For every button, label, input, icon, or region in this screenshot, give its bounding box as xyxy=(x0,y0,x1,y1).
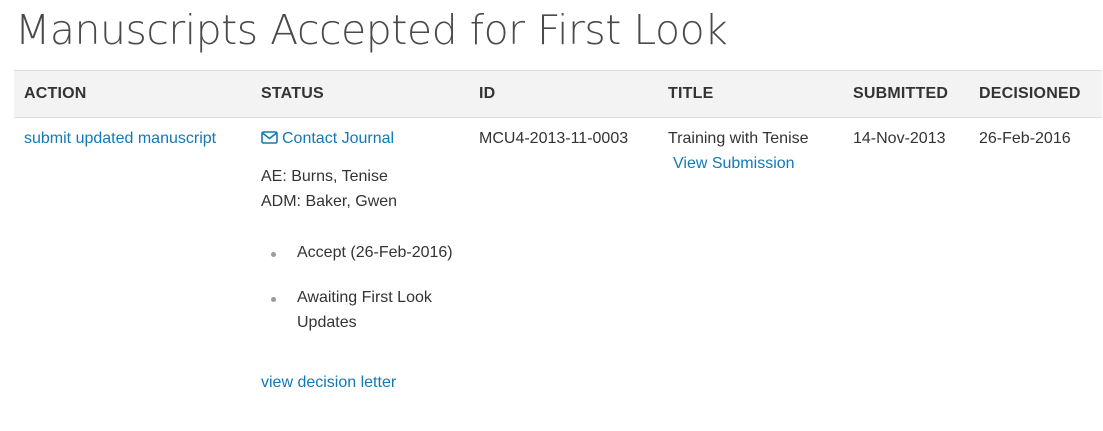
table-header: ACTION STATUS ID TITLE SUBMITTED DECISIO… xyxy=(14,70,1102,118)
header-action: ACTION xyxy=(24,85,87,102)
header-status: STATUS xyxy=(261,85,324,102)
manuscripts-table: ACTION STATUS ID TITLE SUBMITTED DECISIO… xyxy=(14,70,1102,431)
contact-journal-link[interactable]: Contact Journal xyxy=(261,130,394,147)
action-cell: submit updated manuscript xyxy=(24,126,216,151)
admin: ADM: Baker, Gwen xyxy=(261,193,398,210)
history-item-label: Awaiting First Look Updates xyxy=(297,289,432,331)
envelope-icon xyxy=(261,127,278,152)
bullet-icon xyxy=(271,252,276,257)
submit-updated-manuscript-link[interactable]: submit updated manuscript xyxy=(24,130,216,147)
header-title: TITLE xyxy=(668,85,714,102)
page-title: Manuscripts Accepted for First Look xyxy=(15,6,728,54)
bullet-icon xyxy=(271,297,276,302)
submitted-date: 14-Nov-2013 xyxy=(853,130,946,147)
view-submission-link[interactable]: View Submission xyxy=(673,155,795,172)
decisioned-date: 26-Feb-2016 xyxy=(979,130,1071,147)
manuscript-title: Training with Tenise xyxy=(668,130,809,147)
manuscript-id: MCU4-2013-11-0003 xyxy=(479,130,629,147)
status-history-list: Accept (26-Feb-2016) Awaiting First Look… xyxy=(261,240,457,335)
history-item: Accept (26-Feb-2016) xyxy=(261,240,457,265)
contact-journal-label: Contact Journal xyxy=(282,130,395,147)
history-item-label: Accept (26-Feb-2016) xyxy=(297,244,453,261)
associate-editor: AE: Burns, Tenise xyxy=(261,168,388,185)
table-row: submit updated manuscript Contact Journa… xyxy=(14,118,1102,431)
status-cell: Contact Journal AE: Burns, Tenise ADM: B… xyxy=(261,126,457,395)
title-cell: Training with Tenise View Submission xyxy=(668,126,809,176)
header-decisioned: DECISIONED xyxy=(979,85,1081,102)
history-item: Awaiting First Look Updates xyxy=(261,285,457,335)
view-decision-letter-link[interactable]: view decision letter xyxy=(261,374,396,391)
header-submitted: SUBMITTED xyxy=(853,85,949,102)
header-id: ID xyxy=(479,85,496,102)
